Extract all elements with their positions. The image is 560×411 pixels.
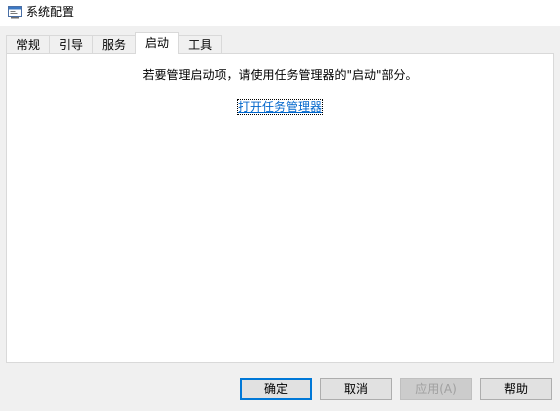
- tab-strip: 常规 引导 服务 启动 工具: [6, 32, 223, 54]
- tab-startup[interactable]: 启动: [135, 32, 180, 54]
- open-task-manager-link-row: 打开任务管理器: [7, 98, 553, 115]
- apply-button[interactable]: 应用(A): [400, 378, 472, 400]
- ok-button[interactable]: 确定: [240, 378, 312, 400]
- system-configuration-window: 系统配置 常规 引导 服务 启动 工具 若要管理启动项，请使用任务管理器的"启动…: [0, 0, 560, 411]
- tab-services[interactable]: 服务: [92, 35, 137, 54]
- help-button[interactable]: 帮助: [480, 378, 552, 400]
- msconfig-icon: [8, 6, 22, 19]
- tab-boot[interactable]: 引导: [49, 35, 94, 54]
- startup-message: 若要管理启动项，请使用任务管理器的"启动"部分。: [142, 68, 418, 82]
- startup-tab-panel: 若要管理启动项，请使用任务管理器的"启动"部分。 打开任务管理器: [6, 53, 554, 363]
- cancel-button[interactable]: 取消: [320, 378, 392, 400]
- tab-general[interactable]: 常规: [6, 35, 51, 54]
- tab-tools[interactable]: 工具: [178, 35, 223, 54]
- window-title: 系统配置: [26, 5, 75, 19]
- open-task-manager-link[interactable]: 打开任务管理器: [236, 99, 324, 115]
- title-bar[interactable]: 系统配置: [0, 0, 560, 26]
